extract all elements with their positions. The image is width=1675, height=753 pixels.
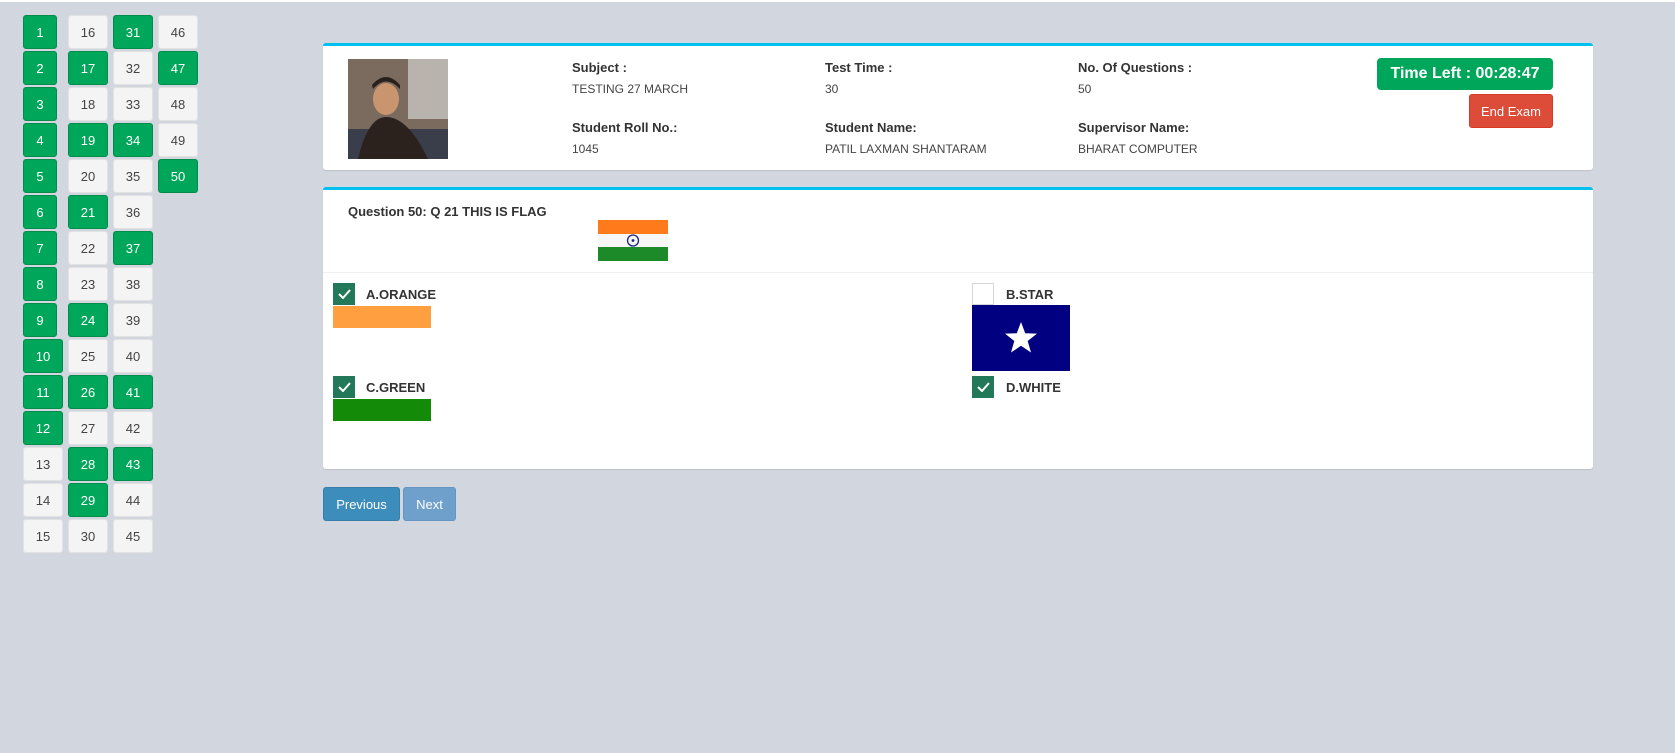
indian-flag-icon <box>598 220 668 261</box>
question-palette-button[interactable]: 25 <box>68 339 108 373</box>
subject-value: TESTING 27 MARCH <box>572 82 689 96</box>
question-palette-button[interactable]: 27 <box>68 411 108 445</box>
question-palette-button[interactable]: 18 <box>68 87 108 121</box>
question-palette-button[interactable]: 32 <box>113 51 153 85</box>
question-text: Question 50: Q 21 THIS IS FLAG <box>348 204 547 219</box>
question-palette-button[interactable]: 29 <box>68 483 108 517</box>
option-a-label: A.ORANGE <box>366 287 437 302</box>
question-palette-button[interactable]: 28 <box>68 447 108 481</box>
question-palette-button[interactable]: 13 <box>23 447 63 481</box>
question-palette-button[interactable]: 49 <box>158 123 198 157</box>
question-palette-button[interactable]: 8 <box>23 267 57 301</box>
question-palette-button[interactable]: 47 <box>158 51 198 85</box>
num-questions-label: No. Of Questions : <box>1078 60 1193 75</box>
question-palette-button[interactable]: 38 <box>113 267 153 301</box>
question-palette-button[interactable]: 30 <box>68 519 108 553</box>
supervisor-label: Supervisor Name: <box>1078 120 1190 135</box>
end-exam-button[interactable]: End Exam <box>1469 94 1553 128</box>
test-time-label: Test Time : <box>825 60 893 75</box>
question-palette-button[interactable]: 35 <box>113 159 153 193</box>
star-icon <box>972 305 1070 371</box>
time-left-badge: Time Left : 00:28:47 <box>1377 58 1553 90</box>
next-button[interactable]: Next <box>403 487 456 521</box>
question-palette-button[interactable]: 15 <box>23 519 63 553</box>
question-palette-button[interactable]: 14 <box>23 483 63 517</box>
question-palette-button[interactable]: 39 <box>113 303 153 337</box>
student-photo <box>348 59 448 159</box>
question-palette-button[interactable]: 4 <box>23 123 57 157</box>
question-palette-button[interactable]: 44 <box>113 483 153 517</box>
question-palette-button[interactable]: 48 <box>158 87 198 121</box>
test-time-value: 30 <box>825 82 839 96</box>
top-border <box>0 0 1675 2</box>
roll-label: Student Roll No.: <box>572 120 678 135</box>
question-divider <box>323 272 1593 273</box>
question-palette-button[interactable]: 37 <box>113 231 153 265</box>
question-palette-button[interactable]: 23 <box>68 267 108 301</box>
subject-label: Subject : <box>572 60 627 75</box>
question-palette-button[interactable]: 41 <box>113 375 153 409</box>
orange-swatch <box>333 306 431 328</box>
option-b-checkbox[interactable] <box>972 283 994 305</box>
question-palette-button[interactable]: 43 <box>113 447 153 481</box>
question-palette-button[interactable]: 5 <box>23 159 57 193</box>
exam-info-card: Subject : TESTING 27 MARCH Test Time : 3… <box>323 43 1593 170</box>
question-palette-button[interactable]: 34 <box>113 123 153 157</box>
question-palette-button[interactable]: 3 <box>23 87 57 121</box>
option-a-checkbox[interactable] <box>333 283 355 305</box>
question-palette-button[interactable]: 9 <box>23 303 57 337</box>
supervisor-value: BHARAT COMPUTER <box>1078 142 1198 156</box>
question-palette-button[interactable]: 19 <box>68 123 108 157</box>
student-name-value: PATIL LAXMAN SHANTARAM <box>825 142 987 156</box>
question-palette-button[interactable]: 16 <box>68 15 108 49</box>
question-palette-button[interactable]: 50 <box>158 159 198 193</box>
green-swatch <box>333 399 431 421</box>
question-card: Question 50: Q 21 THIS IS FLAG A.ORANGE … <box>323 187 1593 469</box>
previous-button[interactable]: Previous <box>323 487 400 521</box>
option-c-checkbox[interactable] <box>333 376 355 398</box>
question-palette-button[interactable]: 17 <box>68 51 108 85</box>
question-palette-button[interactable]: 36 <box>113 195 153 229</box>
question-palette-button[interactable]: 2 <box>23 51 57 85</box>
question-palette-button[interactable]: 11 <box>23 375 63 409</box>
option-b-label: B.STAR <box>1006 287 1054 302</box>
check-icon <box>337 382 351 392</box>
question-palette-button[interactable]: 45 <box>113 519 153 553</box>
question-palette-button[interactable]: 1 <box>23 15 57 49</box>
question-palette-button[interactable]: 42 <box>113 411 153 445</box>
question-palette-button[interactable]: 12 <box>23 411 63 445</box>
question-palette-button[interactable]: 46 <box>158 15 198 49</box>
option-d-checkbox[interactable] <box>972 376 994 398</box>
option-c-label: C.GREEN <box>366 380 426 395</box>
student-name-label: Student Name: <box>825 120 917 135</box>
question-palette-button[interactable]: 20 <box>68 159 108 193</box>
question-palette-button[interactable]: 26 <box>68 375 108 409</box>
question-palette-button[interactable]: 31 <box>113 15 153 49</box>
question-palette-button[interactable]: 40 <box>113 339 153 373</box>
question-palette-button[interactable]: 10 <box>23 339 63 373</box>
check-icon <box>976 382 990 392</box>
option-d-label: D.WHITE <box>1006 380 1061 395</box>
question-palette-button[interactable]: 7 <box>23 231 57 265</box>
question-palette-button[interactable]: 24 <box>68 303 108 337</box>
question-palette-button[interactable]: 33 <box>113 87 153 121</box>
check-icon <box>337 289 351 299</box>
question-palette-button[interactable]: 22 <box>68 231 108 265</box>
roll-value: 1045 <box>572 142 599 156</box>
question-palette-button[interactable]: 6 <box>23 195 57 229</box>
question-palette-button[interactable]: 21 <box>68 195 108 229</box>
num-questions-value: 50 <box>1078 82 1092 96</box>
